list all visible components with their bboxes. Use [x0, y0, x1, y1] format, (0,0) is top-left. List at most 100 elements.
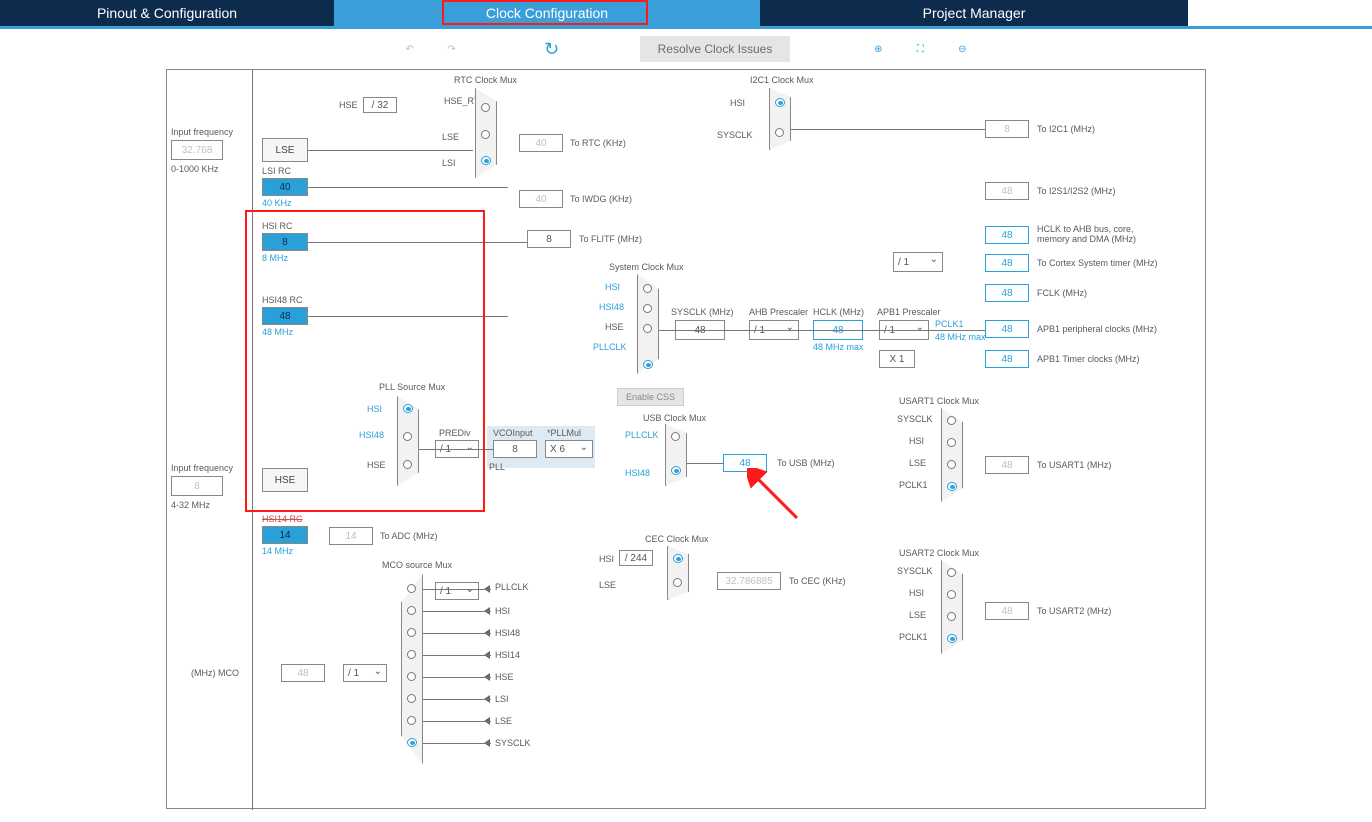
mco-mux-sysclk[interactable]: [407, 738, 417, 747]
toolbar: ↶ ↷ ↻ Resolve Clock Issues ⊕ ⛶ ⊖: [0, 29, 1372, 69]
mco-mux-hsi[interactable]: [407, 606, 416, 615]
pll-hsi48-label: HSI48: [359, 430, 384, 440]
usart1-out: To USART1 (MHz): [1037, 460, 1111, 470]
tab-pinout[interactable]: Pinout & Configuration: [0, 0, 334, 26]
pclk1-max: 48 MHz max: [935, 332, 986, 342]
usart1-title: USART1 Clock Mux: [899, 396, 979, 406]
sysmux-opt-hsi[interactable]: [643, 284, 652, 293]
enable-css-button[interactable]: Enable CSS: [617, 388, 684, 406]
i2c1-hsi-label: HSI: [730, 98, 745, 108]
apb1-timer-mult: X 1: [879, 350, 915, 368]
lsirc-source[interactable]: 40: [262, 178, 308, 196]
hsi14rc-source[interactable]: 14: [262, 526, 308, 544]
hse-source[interactable]: HSE: [262, 468, 308, 492]
usb-mux-title: USB Clock Mux: [643, 413, 706, 423]
cec-value: 32.786885: [717, 572, 781, 590]
usart2-mux-pclk1[interactable]: [947, 634, 957, 643]
pll-mux-hsi[interactable]: [403, 404, 413, 413]
flitf-value: 8: [527, 230, 571, 248]
mco-hsi48-label: HSI48: [495, 628, 520, 638]
pll-mux-hsi48[interactable]: [403, 432, 412, 441]
rtc-mux-lsi[interactable]: [481, 156, 491, 165]
cec-mux-lse[interactable]: [673, 578, 682, 587]
pclk1-label: PCLK1: [935, 319, 964, 329]
mco-mux-pllclk[interactable]: [407, 584, 416, 593]
zoom-in-icon[interactable]: ⊕: [866, 37, 890, 61]
pllmul-select[interactable]: X 6: [545, 440, 593, 458]
i2c1-mux-hsi[interactable]: [775, 98, 785, 107]
ahb-label: AHB Prescaler: [749, 307, 808, 317]
lse-input-value[interactable]: 32.768: [171, 140, 223, 160]
line: [687, 463, 723, 464]
mco-mux-lsi[interactable]: [407, 694, 416, 703]
i2c1-mux-title: I2C1 Clock Mux: [750, 75, 814, 85]
undo-icon[interactable]: ↶: [398, 37, 422, 61]
hsirc-sub: 8 MHz: [262, 253, 288, 263]
zoom-out-icon[interactable]: ⊖: [950, 37, 974, 61]
mco-div-select[interactable]: / 1: [343, 664, 387, 682]
iwdg-value: 40: [519, 190, 563, 208]
i2c1-mux-sysclk[interactable]: [775, 128, 784, 137]
usb-mux-hsi48[interactable]: [671, 466, 681, 475]
mco-mux-lse[interactable]: [407, 716, 416, 725]
rtc-mux-hse[interactable]: [481, 103, 490, 112]
usart2-mux-hsi[interactable]: [947, 590, 956, 599]
mco-hse-label: HSE: [495, 672, 514, 682]
hsi48rc-sub: 48 MHz: [262, 327, 293, 337]
usart1-mux-lse[interactable]: [947, 460, 956, 469]
i2c1-out: To I2C1 (MHz): [1037, 124, 1095, 134]
sysmux-opt-pllclk[interactable]: [643, 360, 653, 369]
resolve-clock-issues-button[interactable]: Resolve Clock Issues: [640, 36, 791, 62]
rtc-out: To RTC (KHz): [570, 138, 626, 148]
redo-icon[interactable]: ↷: [440, 37, 464, 61]
usb-mux-pllclk[interactable]: [671, 432, 680, 441]
usart1-mux-sysclk[interactable]: [947, 416, 956, 425]
usart1-hsi: HSI: [909, 436, 924, 446]
cec-mux-hsi[interactable]: [673, 554, 683, 563]
hsi48rc-source[interactable]: 48: [262, 307, 308, 325]
fit-screen-icon[interactable]: ⛶: [908, 37, 932, 61]
rtc-mux-lse[interactable]: [481, 130, 490, 139]
line: [308, 150, 473, 151]
mco-mux[interactable]: [401, 574, 423, 764]
hse-input-value[interactable]: 8: [171, 476, 223, 496]
mco-mux-hsi14[interactable]: [407, 650, 416, 659]
mco-top-div[interactable]: / 1: [435, 582, 479, 600]
tab-project[interactable]: Project Manager: [760, 0, 1188, 26]
usart2-title: USART2 Clock Mux: [899, 548, 979, 558]
tab-clock[interactable]: Clock Configuration: [334, 0, 760, 26]
usart1-sysclk: SYSCLK: [897, 414, 933, 424]
line: [308, 316, 508, 317]
rtc-mux-title: RTC Clock Mux: [454, 75, 517, 85]
usart2-mux-sysclk[interactable]: [947, 568, 956, 577]
usb-hsi48-label: HSI48: [625, 468, 650, 478]
refresh-icon[interactable]: ↻: [540, 37, 564, 61]
mco-mux-hsi48[interactable]: [407, 628, 416, 637]
usart2-value: 48: [985, 602, 1029, 620]
sysmux-opt-hse[interactable]: [643, 324, 652, 333]
hsirc-source[interactable]: 8: [262, 233, 308, 251]
sysmux-opt-hsi48[interactable]: [643, 304, 652, 313]
red-arrow-icon: [747, 468, 807, 528]
cec-out: To CEC (KHz): [789, 576, 846, 586]
lse-input-label: Input frequency: [171, 127, 233, 137]
usart1-mux-pclk1[interactable]: [947, 482, 957, 491]
adc-value: 14: [329, 527, 373, 545]
line: [423, 611, 491, 612]
hse-input-label: Input frequency: [171, 463, 233, 473]
main-tabs: Pinout & Configuration Clock Configurati…: [0, 0, 1372, 26]
usart2-mux-lse[interactable]: [947, 612, 956, 621]
hsi14rc-label: HSI14 RC: [262, 514, 303, 524]
usart1-mux-hsi[interactable]: [947, 438, 956, 447]
rtc-value: 40: [519, 134, 563, 152]
i2c1-value: 8: [985, 120, 1029, 138]
usart2-hsi: HSI: [909, 588, 924, 598]
usart1-value: 48: [985, 456, 1029, 474]
pll-mux-hse[interactable]: [403, 460, 412, 469]
cortex-div-select[interactable]: / 1: [893, 252, 943, 272]
usart2-sysclk: SYSCLK: [897, 566, 933, 576]
lse-source[interactable]: LSE: [262, 138, 308, 162]
mco-mux-hse[interactable]: [407, 672, 416, 681]
clock-tree-canvas[interactable]: Input frequency 32.768 0-1000 KHz Input …: [166, 69, 1206, 809]
usb-value: 48: [723, 454, 767, 472]
